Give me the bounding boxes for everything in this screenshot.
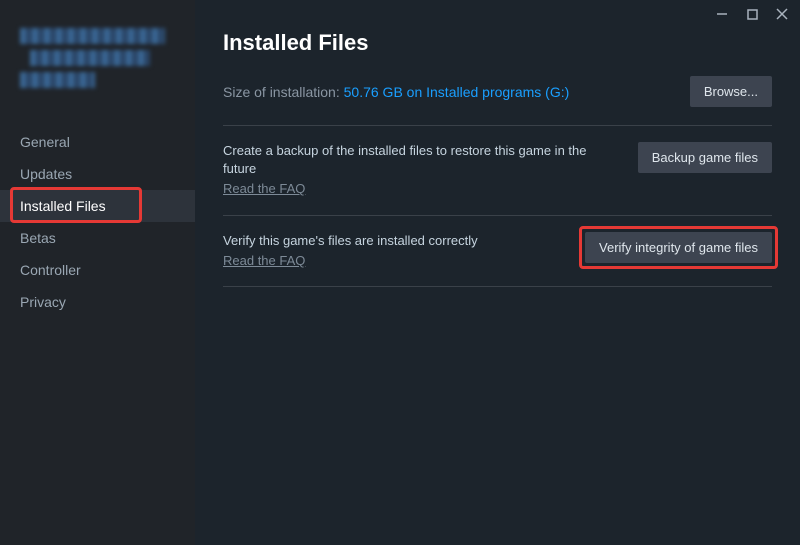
sidebar-item-installed-files[interactable]: Installed Files [0,190,195,222]
verify-faq-link[interactable]: Read the FAQ [223,252,305,270]
verify-row: Verify this game's files are installed c… [223,216,772,287]
size-text: Size of installation: 50.76 GB on Instal… [223,84,569,100]
backup-row: Create a backup of the installed files t… [223,126,772,216]
sidebar-item-betas[interactable]: Betas [0,222,195,254]
redacted-line [20,28,165,44]
verify-description: Verify this game's files are installed c… [223,232,565,250]
redacted-line [20,72,95,88]
backup-faq-link[interactable]: Read the FAQ [223,180,305,198]
verify-desc-block: Verify this game's files are installed c… [223,232,565,270]
backup-description: Create a backup of the installed files t… [223,142,618,178]
sidebar-item-controller[interactable]: Controller [0,254,195,286]
sidebar-nav: General Updates Installed Files Betas Co… [0,114,195,318]
verify-integrity-button[interactable]: Verify integrity of game files [585,232,772,263]
browse-button[interactable]: Browse... [690,76,772,107]
sidebar-item-privacy[interactable]: Privacy [0,286,195,318]
sidebar: General Updates Installed Files Betas Co… [0,0,195,545]
size-location-link[interactable]: 50.76 GB on Installed programs (G:) [344,84,570,100]
backup-button[interactable]: Backup game files [638,142,772,173]
sidebar-item-updates[interactable]: Updates [0,158,195,190]
sidebar-item-general[interactable]: General [0,126,195,158]
backup-desc-block: Create a backup of the installed files t… [223,142,618,199]
size-row: Size of installation: 50.76 GB on Instal… [223,76,772,126]
close-icon[interactable] [774,6,790,22]
sidebar-game-header [0,28,195,114]
maximize-icon[interactable] [744,6,760,22]
window-controls [714,6,790,22]
minimize-icon[interactable] [714,6,730,22]
page-title: Installed Files [223,30,772,56]
main-panel: Installed Files Size of installation: 50… [195,0,800,545]
size-prefix: Size of installation: [223,84,344,100]
redacted-line [30,50,150,66]
